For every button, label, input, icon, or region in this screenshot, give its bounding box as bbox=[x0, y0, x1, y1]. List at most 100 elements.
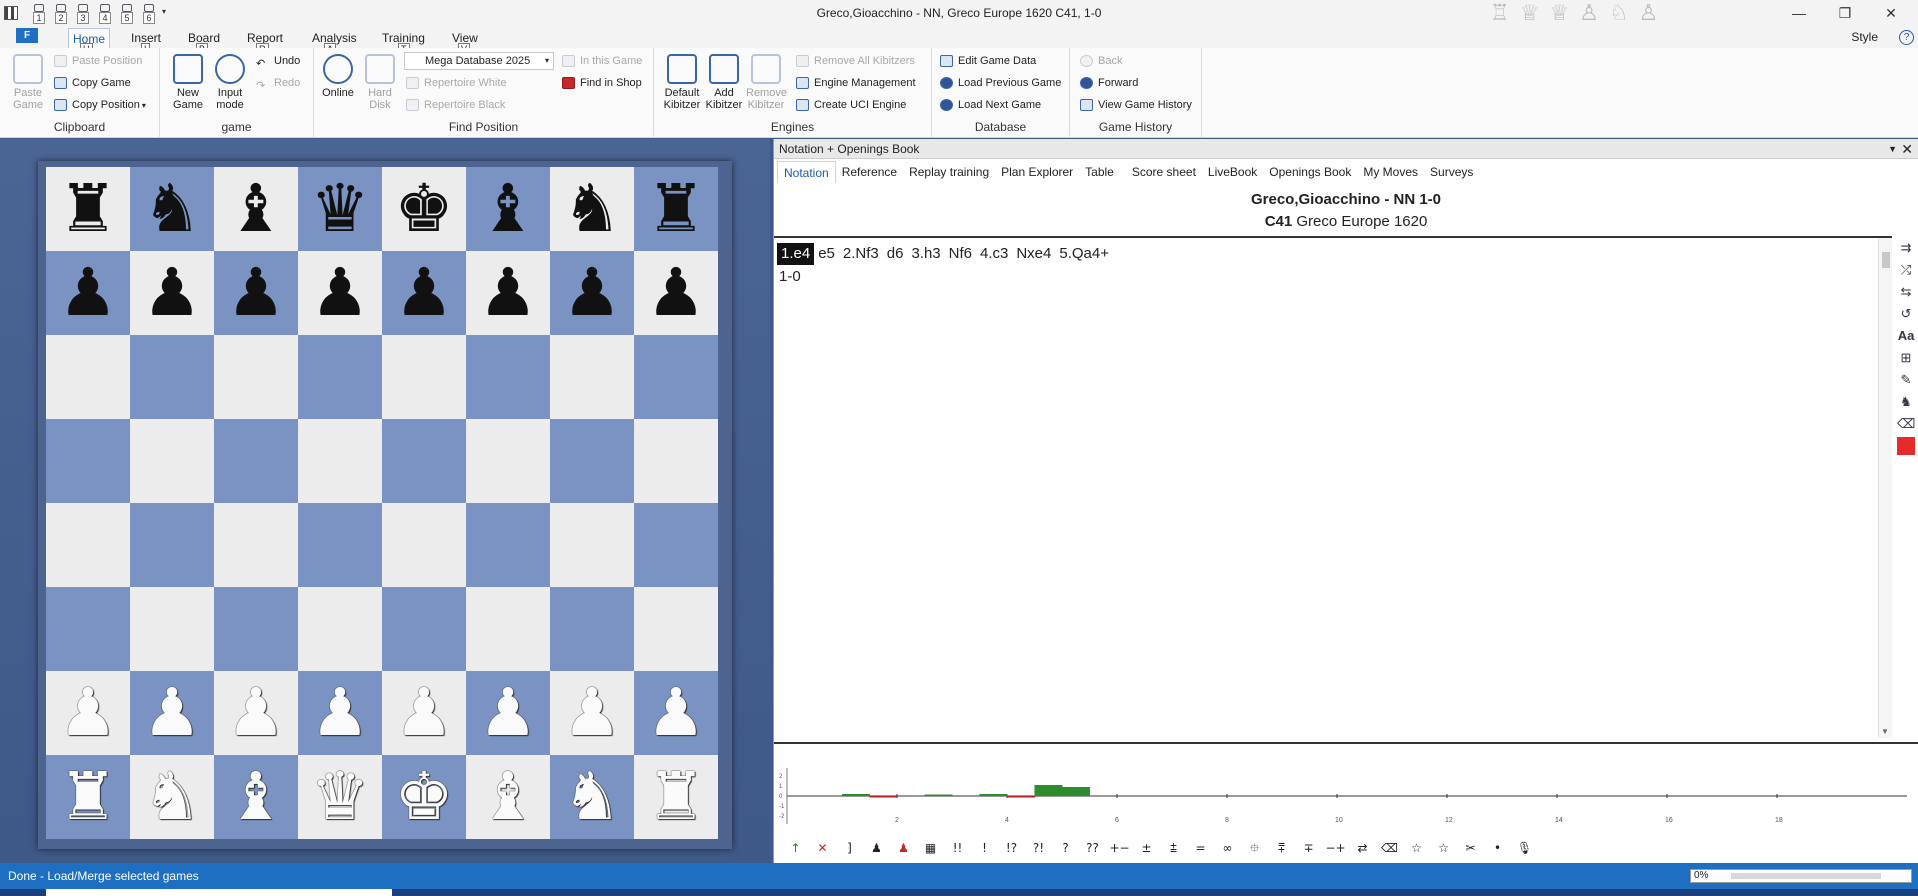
white-pawn-icon[interactable]: ♟ bbox=[142, 680, 201, 746]
square-b6[interactable] bbox=[130, 335, 214, 419]
square-e7[interactable]: ♟ bbox=[382, 251, 466, 335]
move[interactable]: 5.Qa4+ bbox=[1055, 243, 1113, 265]
annotation-symbol-button[interactable]: ?? bbox=[1079, 838, 1106, 858]
square-d8[interactable]: ♛ bbox=[298, 167, 382, 251]
annotation-symbol-button[interactable]: ? bbox=[1052, 838, 1079, 858]
view-game-history-button[interactable]: View Game History bbox=[1080, 96, 1192, 114]
annotation-symbol-button[interactable]: ∞ bbox=[1214, 838, 1241, 858]
player-icon[interactable]: ♙ bbox=[1639, 1, 1659, 26]
annotate-icon[interactable]: ✎ bbox=[1897, 371, 1915, 389]
undo-button[interactable]: ↶ Undo bbox=[256, 52, 300, 70]
square-h3[interactable] bbox=[634, 587, 718, 671]
annotation-symbol-button[interactable]: −+ bbox=[1322, 838, 1349, 858]
queen-crown-icon[interactable]: ♕ bbox=[1520, 1, 1540, 26]
white-pawn-icon[interactable]: ♟ bbox=[394, 680, 453, 746]
white-pawn-icon[interactable]: ♟ bbox=[226, 680, 285, 746]
white-king-icon[interactable]: ♚ bbox=[394, 764, 453, 830]
square-d7[interactable]: ♟ bbox=[298, 251, 382, 335]
tab-openings-book[interactable]: Openings Book bbox=[1263, 161, 1357, 183]
square-c1[interactable]: ♝ bbox=[214, 755, 298, 839]
annotation-symbol-button[interactable]: ⩲ bbox=[1160, 838, 1187, 858]
white-pawn-icon[interactable]: ♟ bbox=[478, 680, 537, 746]
white-bishop-icon[interactable]: ♝ bbox=[478, 764, 537, 830]
move[interactable]: 1.e4 bbox=[777, 243, 815, 265]
square-h2[interactable]: ♟ bbox=[634, 671, 718, 755]
square-g5[interactable] bbox=[550, 419, 634, 503]
square-f5[interactable] bbox=[466, 419, 550, 503]
knight-icon[interactable]: ♘ bbox=[1609, 1, 1629, 26]
input-mode-button[interactable]: Input mode bbox=[210, 54, 250, 111]
black-knight-icon[interactable]: ♞ bbox=[142, 176, 201, 242]
tree-icon[interactable]: ⊞ bbox=[1897, 349, 1915, 367]
black-pawn-icon[interactable]: ♟ bbox=[58, 260, 117, 326]
annotation-symbol-button[interactable]: +− bbox=[1106, 838, 1133, 858]
annotation-symbol-button[interactable]: ♟ bbox=[890, 838, 917, 858]
square-g3[interactable] bbox=[550, 587, 634, 671]
square-e1[interactable]: ♚ bbox=[382, 755, 466, 839]
annotation-symbol-button[interactable]: = bbox=[1187, 838, 1214, 858]
white-rook-icon[interactable]: ♜ bbox=[646, 764, 705, 830]
annotation-symbol-button[interactable]: ⌫ bbox=[1376, 838, 1403, 858]
square-g6[interactable] bbox=[550, 335, 634, 419]
font-icon[interactable]: Aa bbox=[1897, 327, 1915, 345]
white-pawn-icon[interactable]: ♟ bbox=[646, 680, 705, 746]
square-f8[interactable]: ♝ bbox=[466, 167, 550, 251]
maximize-button[interactable]: ❐ bbox=[1822, 2, 1868, 24]
square-a6[interactable] bbox=[46, 335, 130, 419]
white-pawn-icon[interactable]: ♟ bbox=[58, 680, 117, 746]
black-pawn-icon[interactable]: ♟ bbox=[310, 260, 369, 326]
square-f1[interactable]: ♝ bbox=[466, 755, 550, 839]
square-e5[interactable] bbox=[382, 419, 466, 503]
move[interactable]: e5 bbox=[814, 243, 839, 265]
annotation-symbol-button[interactable]: !? bbox=[998, 838, 1025, 858]
annotation-symbol-button[interactable]: 🎙 bbox=[1511, 838, 1538, 858]
square-e2[interactable]: ♟ bbox=[382, 671, 466, 755]
square-h8[interactable]: ♜ bbox=[634, 167, 718, 251]
file-tab[interactable]: F bbox=[16, 28, 38, 43]
square-h7[interactable]: ♟ bbox=[634, 251, 718, 335]
square-g4[interactable] bbox=[550, 503, 634, 587]
tab-livebook[interactable]: LiveBook bbox=[1202, 161, 1263, 183]
black-rook-icon[interactable]: ♜ bbox=[646, 176, 705, 242]
square-e4[interactable] bbox=[382, 503, 466, 587]
tab-my-moves[interactable]: My Moves bbox=[1357, 161, 1424, 183]
square-c7[interactable]: ♟ bbox=[214, 251, 298, 335]
style-menu[interactable]: Style bbox=[1851, 30, 1878, 44]
square-c6[interactable] bbox=[214, 335, 298, 419]
square-b1[interactable]: ♞ bbox=[130, 755, 214, 839]
square-a5[interactable] bbox=[46, 419, 130, 503]
annotation-symbol-button[interactable]: ⯐ bbox=[1241, 838, 1268, 858]
annotation-symbol-button[interactable]: ?! bbox=[1025, 838, 1052, 858]
taskbar-item[interactable] bbox=[46, 889, 392, 896]
annotation-symbol-button[interactable]: • bbox=[1484, 838, 1511, 858]
paste-position-button[interactable]: Paste Position bbox=[54, 52, 142, 70]
square-e3[interactable] bbox=[382, 587, 466, 671]
hard-disk-button[interactable]: Hard Disk bbox=[360, 54, 400, 111]
annotation-symbol-button[interactable]: ♟ bbox=[863, 838, 890, 858]
square-a8[interactable]: ♜ bbox=[46, 167, 130, 251]
shuffle-icon[interactable]: ⤮ bbox=[1897, 261, 1915, 279]
tab-plan-explorer[interactable]: Plan Explorer bbox=[995, 161, 1079, 183]
remove-all-kibitzers-button[interactable]: Remove All Kibitzers bbox=[796, 52, 915, 70]
online-button[interactable]: Online bbox=[318, 54, 358, 99]
repertoire-white-button[interactable]: Repertoire White bbox=[406, 74, 507, 92]
scrollbar-thumb[interactable] bbox=[1882, 252, 1890, 268]
white-pawn-icon[interactable]: ♟ bbox=[562, 680, 621, 746]
square-h1[interactable]: ♜ bbox=[634, 755, 718, 839]
square-g1[interactable]: ♞ bbox=[550, 755, 634, 839]
promote-variation-icon[interactable]: ⇆ bbox=[1897, 283, 1915, 301]
move[interactable]: Nf6 bbox=[945, 243, 976, 265]
load-previous-game-button[interactable]: Load Previous Game bbox=[940, 74, 1061, 92]
square-f7[interactable]: ♟ bbox=[466, 251, 550, 335]
tab-notation[interactable]: Notation bbox=[777, 161, 836, 183]
annotation-symbol-button[interactable]: ] bbox=[836, 838, 863, 858]
annotation-symbol-button[interactable]: ☆ bbox=[1403, 838, 1430, 858]
black-rook-icon[interactable]: ♜ bbox=[58, 176, 117, 242]
annotation-symbol-button[interactable]: ∓ bbox=[1295, 838, 1322, 858]
move[interactable]: 3.h3 bbox=[907, 243, 944, 265]
square-a2[interactable]: ♟ bbox=[46, 671, 130, 755]
square-d3[interactable] bbox=[298, 587, 382, 671]
load-next-game-button[interactable]: Load Next Game bbox=[940, 96, 1041, 114]
repertoire-black-button[interactable]: Repertoire Black bbox=[406, 96, 505, 114]
square-a4[interactable] bbox=[46, 503, 130, 587]
